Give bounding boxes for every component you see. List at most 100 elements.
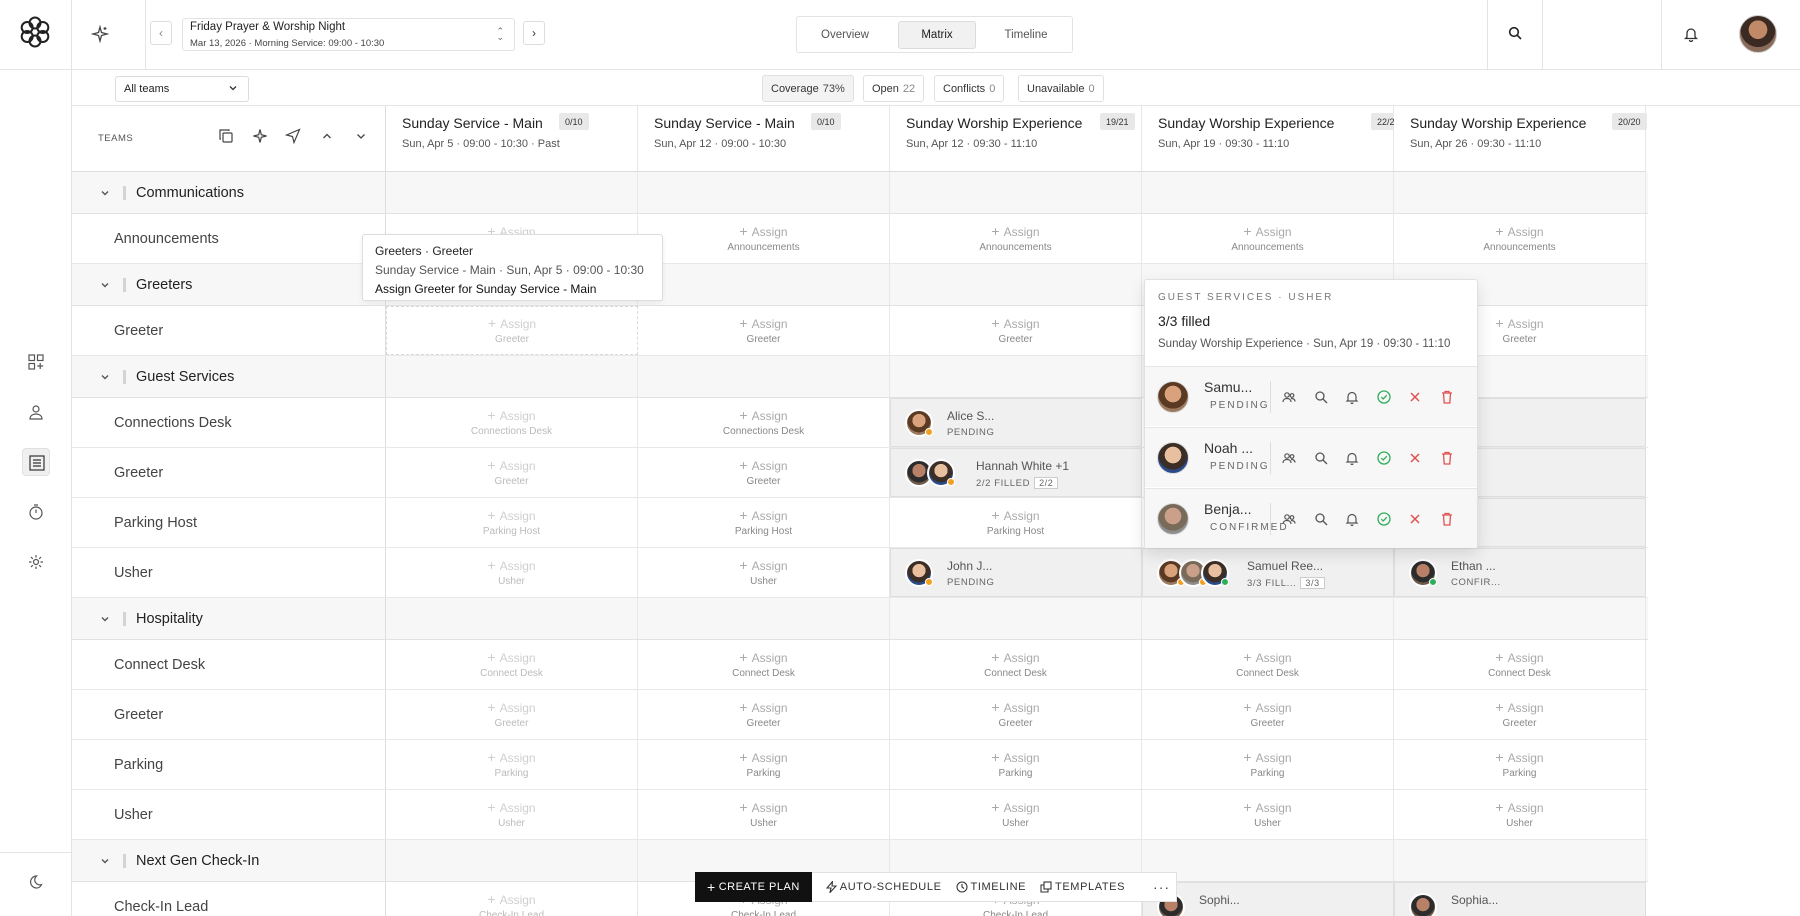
auto-fill-button[interactable] bbox=[252, 128, 272, 148]
assign-button[interactable]: +Assign bbox=[638, 457, 889, 473]
column-header[interactable]: Sunday Worship Experience 20/20 Sun, Apr 2… bbox=[1394, 106, 1647, 172]
tab-timeline[interactable]: Timeline bbox=[987, 21, 1065, 49]
assign-button[interactable]: +Assign bbox=[890, 223, 1141, 239]
assign-button[interactable]: +Assign bbox=[1142, 223, 1393, 239]
confirm-action-button[interactable] bbox=[1376, 511, 1392, 527]
assign-button[interactable]: +Assign bbox=[890, 315, 1141, 331]
team-name-cell[interactable]: Guest Services bbox=[72, 356, 386, 397]
assign-slot[interactable]: + Assign Connect Desk bbox=[1142, 640, 1394, 689]
assign-button[interactable]: +Assign bbox=[386, 749, 637, 765]
tab-matrix[interactable]: Matrix bbox=[898, 21, 976, 49]
team-action-button[interactable] bbox=[1281, 389, 1297, 405]
assign-button[interactable]: +Assign bbox=[890, 799, 1141, 815]
assign-slot[interactable]: + Assign Parking bbox=[638, 740, 890, 789]
delete-action-button[interactable] bbox=[1439, 511, 1455, 527]
assign-slot[interactable]: +Assign Greeter bbox=[890, 690, 1142, 739]
more-options-button[interactable]: ··· bbox=[1153, 879, 1170, 895]
assignment-cell[interactable]: Sophi... bbox=[1142, 882, 1394, 916]
assign-button[interactable]: +Assign bbox=[1394, 699, 1645, 715]
assign-slot[interactable]: +Assign Connections Desk bbox=[638, 398, 890, 447]
assign-button[interactable]: +Assign bbox=[638, 407, 889, 423]
assign-button[interactable]: +Assign bbox=[386, 699, 637, 715]
assign-slot[interactable]: +Assign Check-In Lead bbox=[386, 882, 638, 916]
assign-button[interactable]: +Assign bbox=[386, 799, 637, 815]
team-name-cell[interactable]: Hospitality bbox=[72, 598, 386, 639]
team-action-button[interactable] bbox=[1281, 511, 1297, 527]
assign-slot[interactable]: +Assign Greeter bbox=[638, 448, 890, 497]
app-logo[interactable] bbox=[0, 0, 72, 70]
assign-button[interactable]: +Assign bbox=[1142, 699, 1393, 715]
next-event-button[interactable]: › bbox=[523, 21, 545, 45]
assign-slot[interactable]: + Assign Connect Desk bbox=[638, 640, 890, 689]
confirm-action-button[interactable] bbox=[1376, 389, 1392, 405]
popover-person-row[interactable]: Noah ... PENDING bbox=[1145, 427, 1477, 487]
tab-overview[interactable]: Overview bbox=[805, 21, 885, 49]
collapse-all-button[interactable] bbox=[319, 128, 339, 148]
delete-action-button[interactable] bbox=[1439, 389, 1455, 405]
assign-slot[interactable]: + Assign Connect Desk bbox=[386, 640, 638, 689]
assign-slot[interactable]: +Assign Greeter bbox=[890, 306, 1142, 355]
assign-button[interactable]: +Assign bbox=[386, 891, 637, 907]
close-action-button[interactable] bbox=[1407, 511, 1423, 527]
assign-button[interactable]: +Assign bbox=[638, 557, 889, 573]
assign-button[interactable]: +Assign bbox=[638, 507, 889, 523]
assign-slot[interactable]: + Assign Usher bbox=[890, 790, 1142, 839]
bell-action-button[interactable] bbox=[1344, 450, 1360, 466]
column-header[interactable]: Sunday Service - Main 0/10 Sun, Apr 5 · 09… bbox=[386, 106, 638, 172]
assign-button[interactable]: +Assign bbox=[386, 407, 637, 423]
assign-button[interactable]: +Assign bbox=[387, 315, 637, 331]
assign-slot[interactable]: +Assign Parking Host bbox=[638, 498, 890, 547]
rail-plans[interactable] bbox=[22, 448, 50, 476]
close-action-button[interactable] bbox=[1407, 450, 1423, 466]
assign-slot[interactable]: +Assign Announcements bbox=[638, 214, 890, 263]
assign-button[interactable]: +Assign bbox=[1142, 649, 1393, 665]
assign-button[interactable]: +Assign bbox=[386, 507, 637, 523]
assignment-cell[interactable]: Hannah White +1 2/2 FILLED 2/2 bbox=[890, 448, 1142, 497]
assign-slot[interactable]: +Assign Parking Host bbox=[890, 498, 1142, 547]
assign-slot[interactable]: + Assign Usher bbox=[386, 790, 638, 839]
assign-button[interactable]: +Assign bbox=[1394, 799, 1645, 815]
popover-person-row[interactable]: Benja... CONFIRMED bbox=[1145, 488, 1477, 548]
rail-people[interactable] bbox=[22, 398, 50, 426]
user-avatar[interactable] bbox=[1739, 15, 1777, 53]
assign-slot[interactable]: +Assign Announcements bbox=[1142, 214, 1394, 263]
assignment-cell[interactable]: Sophia... bbox=[1394, 882, 1646, 916]
assign-slot[interactable]: +Assign Parking Host bbox=[386, 498, 638, 547]
send-button[interactable] bbox=[284, 128, 305, 148]
assignment-cell[interactable]: Ethan ... CONFIR... bbox=[1394, 548, 1646, 597]
bell-action-button[interactable] bbox=[1344, 389, 1360, 405]
prev-event-button[interactable]: ‹ bbox=[150, 21, 172, 45]
assign-slot[interactable]: + Assign Parking bbox=[1142, 740, 1394, 789]
rail-settings[interactable] bbox=[22, 548, 50, 576]
assign-slot[interactable]: + Assign Parking bbox=[890, 740, 1142, 789]
assign-button[interactable]: +Assign bbox=[638, 223, 889, 239]
assign-slot[interactable]: + Assign Connect Desk bbox=[1394, 640, 1646, 689]
popover-person-row[interactable]: Samu... PENDING bbox=[1145, 366, 1477, 426]
assign-button[interactable]: +Assign bbox=[638, 699, 889, 715]
assign-slot[interactable]: + Assign Usher bbox=[638, 548, 890, 597]
assignment-cell[interactable]: Alice S... PENDING bbox=[890, 398, 1142, 447]
close-action-button[interactable] bbox=[1407, 389, 1423, 405]
assign-slot[interactable]: + Assign Usher bbox=[1394, 790, 1646, 839]
column-header[interactable]: Sunday Worship Experience 22/22 Sun, Apr 1… bbox=[1142, 106, 1406, 172]
assign-slot[interactable]: +Assign Greeter bbox=[386, 690, 638, 739]
assign-slot[interactable]: +Assign Greeter bbox=[638, 306, 890, 355]
auto-schedule-button[interactable]: AUTO-SCHEDULE bbox=[825, 881, 942, 893]
templates-button[interactable]: TEMPLATES bbox=[1040, 881, 1125, 893]
assign-slot[interactable]: +Assign Greeter bbox=[386, 306, 638, 355]
assign-button[interactable]: +Assign bbox=[890, 699, 1141, 715]
assign-slot[interactable]: + Assign Usher bbox=[638, 790, 890, 839]
assign-slot[interactable]: +Assign Announcements bbox=[890, 214, 1142, 263]
search-action-button[interactable] bbox=[1313, 511, 1329, 527]
assign-slot[interactable]: + Assign Connect Desk bbox=[890, 640, 1142, 689]
assign-button[interactable]: +Assign bbox=[1142, 749, 1393, 765]
expand-all-button[interactable] bbox=[353, 128, 373, 148]
assign-slot[interactable]: + Assign Usher bbox=[386, 548, 638, 597]
assign-button[interactable]: +Assign bbox=[386, 649, 637, 665]
assign-button[interactable]: +Assign bbox=[1394, 223, 1645, 239]
assign-button[interactable]: +Assign bbox=[638, 799, 889, 815]
stat-conflicts[interactable]: Conflicts 0 bbox=[934, 75, 1005, 102]
delete-action-button[interactable] bbox=[1439, 450, 1455, 466]
notifications-button[interactable] bbox=[1661, 0, 1719, 70]
assign-button[interactable]: +Assign bbox=[638, 649, 889, 665]
